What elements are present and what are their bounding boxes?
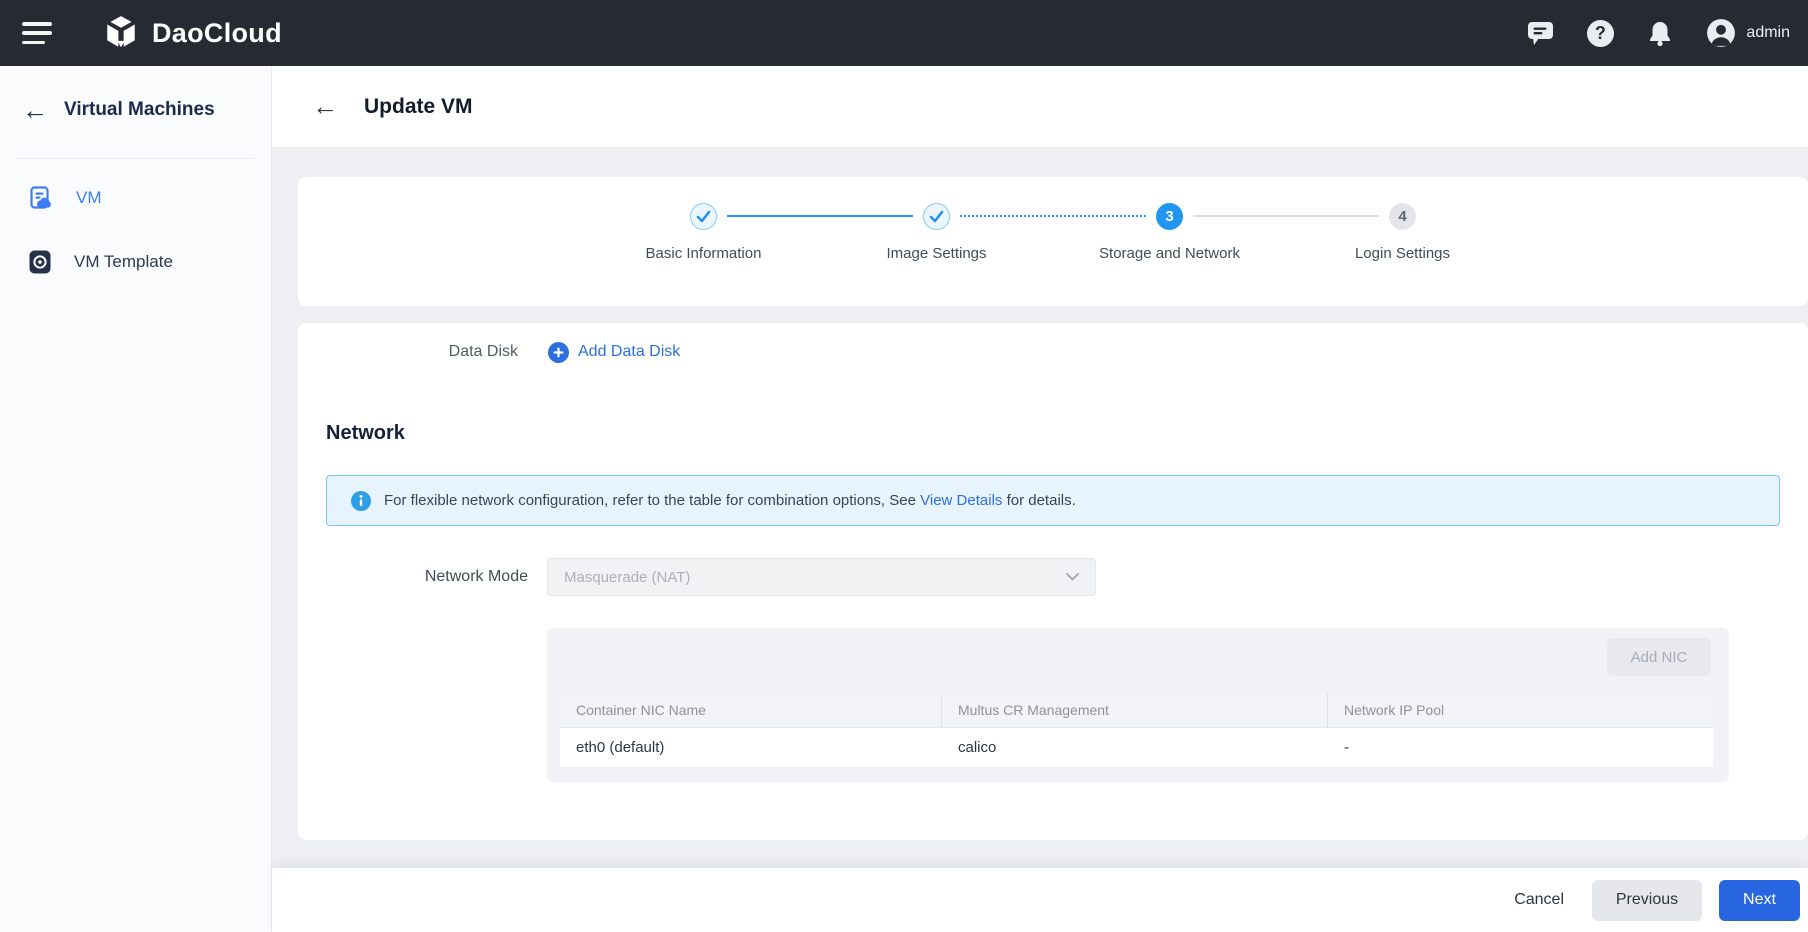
nic-panel: Add NIC Container NIC Name Multus CR Man… <box>547 628 1729 782</box>
network-mode-value: Masquerade (NAT) <box>564 568 691 586</box>
avatar-icon <box>1706 18 1736 48</box>
add-data-disk-button[interactable]: Add Data Disk <box>548 341 681 363</box>
sidebar-divider <box>16 158 255 159</box>
plus-circle-icon <box>548 341 569 363</box>
sidebar-item-label: VM <box>76 188 102 207</box>
step-login-settings: 4 Login Settings <box>1286 203 1519 262</box>
nic-table-header: Container NIC Name Multus CR Management … <box>560 693 1713 728</box>
check-icon <box>929 210 944 223</box>
stepper-connector-done <box>727 215 913 217</box>
step-basic-information: Basic Information <box>587 203 820 262</box>
hamburger-menu-icon[interactable] <box>22 22 52 44</box>
chat-icon[interactable] <box>1526 19 1554 47</box>
step-4-circle: 4 <box>1389 203 1416 230</box>
nic-name-cell: eth0 (default) <box>576 739 665 756</box>
column-header: Multus CR Management <box>942 693 1328 727</box>
column-header: Network IP Pool <box>1344 702 1445 718</box>
add-data-disk-label: Add Data Disk <box>578 343 681 360</box>
nic-table: Container NIC Name Multus CR Management … <box>560 693 1713 768</box>
vm-template-icon <box>28 249 52 275</box>
network-mode-label: Network Mode <box>424 568 528 585</box>
stepper-connector-dotted <box>960 215 1146 217</box>
step-label: Storage and Network <box>1099 245 1240 262</box>
sidebar-nav: VM VM Template <box>0 175 271 285</box>
daocloud-logo-icon <box>102 14 140 52</box>
topbar: DaoCloud ? admin <box>0 0 1808 66</box>
info-text: For flexible network configuration, refe… <box>384 492 1076 509</box>
column-header: Container NIC Name <box>560 693 942 727</box>
user-menu[interactable]: admin <box>1706 18 1790 48</box>
brand[interactable]: DaoCloud <box>102 14 282 52</box>
step-1-circle <box>690 203 717 230</box>
user-name: admin <box>1746 24 1790 41</box>
wizard-stepper: Basic Information Image Settings 3 Stora… <box>587 177 1519 262</box>
info-icon <box>351 490 371 511</box>
view-details-link[interactable]: View Details <box>920 492 1002 509</box>
step-3-circle: 3 <box>1156 203 1183 230</box>
step-label: Image Settings <box>886 245 987 262</box>
main-content: ← Update VM Basic Information Image Sett… <box>272 66 1808 932</box>
vm-icon <box>28 185 54 211</box>
topbar-actions: ? admin <box>1526 18 1790 48</box>
next-button[interactable]: Next <box>1719 879 1800 921</box>
sidebar-item-label: VM Template <box>74 252 173 271</box>
help-glyph: ? <box>1586 19 1614 47</box>
sidebar-header: ← Virtual Machines <box>0 66 271 123</box>
check-icon <box>696 210 711 223</box>
add-nic-button[interactable]: Add NIC <box>1607 638 1711 676</box>
data-disk-row: Data Disk Add Data Disk <box>298 337 1808 367</box>
page-header: ← Update VM <box>272 66 1808 147</box>
table-row: eth0 (default) calico - <box>560 728 1713 768</box>
network-mode-select[interactable]: Masquerade (NAT) <box>547 558 1096 596</box>
step-label: Login Settings <box>1354 245 1451 262</box>
network-mode-row: Network Mode Masquerade (NAT) <box>326 558 1808 596</box>
info-text-after: for details. <box>1006 492 1076 509</box>
sidebar: ← Virtual Machines VM VM Template <box>0 66 272 932</box>
sidebar-title: Virtual Machines <box>64 99 215 120</box>
app-window: DaoCloud ? admin ← Virtual Machines VM V… <box>0 0 1808 932</box>
chevron-down-icon <box>1066 573 1079 581</box>
form-card: Data Disk Add Data Disk Network For flex… <box>298 323 1808 840</box>
cancel-button[interactable]: Cancel <box>1508 880 1570 921</box>
network-heading: Network <box>326 422 405 444</box>
stepper-connector-upcoming <box>1193 215 1379 217</box>
sidebar-back-arrow-icon[interactable]: ← <box>22 97 48 123</box>
info-text-before: For flexible network configuration, refe… <box>384 492 916 509</box>
ip-pool-cell: - <box>1344 739 1349 756</box>
previous-button[interactable]: Previous <box>1592 879 1702 921</box>
step-2-circle <box>923 203 950 230</box>
sidebar-item-vm-template[interactable]: VM Template <box>0 239 271 285</box>
stepper-card: Basic Information Image Settings 3 Stora… <box>298 177 1808 306</box>
brand-name: DaoCloud <box>152 17 282 48</box>
data-disk-label: Data Disk <box>448 343 518 360</box>
multus-cr-cell: calico <box>958 739 997 756</box>
step-storage-and-network: 3 Storage and Network <box>1053 203 1286 262</box>
page-title: Update VM <box>364 94 473 118</box>
network-info-banner: For flexible network configuration, refe… <box>326 475 1780 526</box>
help-icon[interactable]: ? <box>1586 19 1614 47</box>
sidebar-item-vm[interactable]: VM <box>0 175 271 221</box>
wizard-footer: Cancel Previous Next <box>272 868 1808 932</box>
step-image-settings: Image Settings <box>820 203 1053 262</box>
step-label: Basic Information <box>645 245 762 262</box>
bell-icon[interactable] <box>1646 19 1674 47</box>
page-back-arrow-icon[interactable]: ← <box>312 91 338 122</box>
